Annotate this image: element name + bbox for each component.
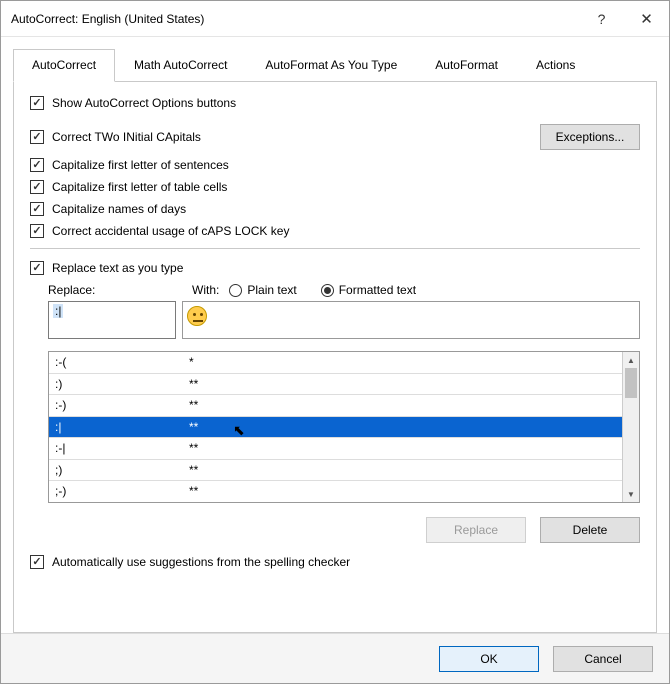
dialog-body: AutoCorrect Math AutoCorrect AutoFormat … — [1, 37, 669, 633]
check-icon — [30, 224, 44, 238]
help-button[interactable]: ? — [579, 1, 624, 37]
radio-icon — [229, 284, 242, 297]
checkbox-label: Replace text as you type — [52, 261, 183, 275]
mouse-cursor-icon: ⬉ — [233, 422, 245, 439]
section-replace: Replace text as you type Replace: With: … — [30, 248, 640, 569]
delete-button[interactable]: Delete — [540, 517, 640, 543]
neutral-face-emoji-icon — [187, 306, 207, 326]
checkbox-caps-lock[interactable]: Correct accidental usage of cAPS LOCK ke… — [30, 224, 289, 238]
replace-button[interactable]: Replace — [426, 517, 526, 543]
list-item-replace: :-| — [49, 441, 183, 455]
list-item-with: ** — [183, 441, 622, 455]
checkbox-label: Capitalize names of days — [52, 202, 186, 216]
tab-math-autocorrect[interactable]: Math AutoCorrect — [115, 49, 246, 81]
check-icon — [30, 158, 44, 172]
button-label: Replace — [454, 523, 498, 537]
scroll-thumb[interactable] — [625, 368, 637, 398]
radio-plain-text[interactable]: Plain text — [229, 283, 296, 297]
list-item-replace: ;-) — [49, 484, 183, 498]
checkbox-capitalize-days[interactable]: Capitalize names of days — [30, 202, 186, 216]
tab-autoformat[interactable]: AutoFormat — [416, 49, 517, 81]
button-label: OK — [480, 652, 497, 666]
scroll-up-icon[interactable]: ▲ — [623, 352, 639, 368]
button-label: Exceptions... — [556, 130, 625, 144]
checkbox-replace-as-you-type[interactable]: Replace text as you type — [30, 261, 183, 275]
with-input[interactable] — [182, 301, 640, 339]
checkbox-two-initial-capitals[interactable]: Correct TWo INitial CApitals — [30, 130, 201, 144]
check-icon — [30, 130, 44, 144]
list-item-with: ** — [183, 463, 622, 477]
list-item-replace: :-( — [49, 355, 183, 369]
list-item-with: ** — [183, 398, 622, 412]
replacements-list[interactable]: :-(*:)**:-)**:|**⬉:-|**;)**;-)** ▲ ▼ — [48, 351, 640, 503]
list-item-with: **⬉ — [183, 420, 622, 434]
replace-input[interactable]: :| — [48, 301, 176, 339]
replace-input-value: :| — [53, 304, 63, 318]
tab-panel: Show AutoCorrect Options buttons Correct… — [13, 82, 657, 633]
list-item-replace: :) — [49, 377, 183, 391]
checkbox-show-options[interactable]: Show AutoCorrect Options buttons — [30, 96, 236, 110]
list-item-with: ** — [183, 484, 622, 498]
dialog-title: AutoCorrect: English (United States) — [11, 12, 579, 26]
radio-label: Formatted text — [339, 283, 416, 297]
checkbox-label: Correct accidental usage of cAPS LOCK ke… — [52, 224, 289, 238]
ok-button[interactable]: OK — [439, 646, 539, 672]
button-label: Cancel — [584, 652, 621, 666]
checkbox-label: Automatically use suggestions from the s… — [52, 555, 350, 569]
tab-autocorrect[interactable]: AutoCorrect — [13, 49, 115, 82]
list-item[interactable]: :|**⬉ — [49, 417, 622, 439]
checkbox-label: Correct TWo INitial CApitals — [52, 130, 201, 144]
scroll-down-icon[interactable]: ▼ — [623, 486, 639, 502]
list-item-with: ** — [183, 377, 622, 391]
replace-label: Replace: — [48, 283, 182, 297]
checkbox-auto-suggestions[interactable]: Automatically use suggestions from the s… — [30, 555, 350, 569]
button-label: Delete — [573, 523, 608, 537]
radio-icon — [321, 284, 334, 297]
with-label: With: — [192, 283, 219, 297]
dialog-footer: OK Cancel — [1, 633, 669, 683]
list-item-replace: ;) — [49, 463, 183, 477]
checkbox-label: Capitalize first letter of table cells — [52, 180, 227, 194]
scrollbar[interactable]: ▲ ▼ — [622, 352, 639, 502]
radio-formatted-text[interactable]: Formatted text — [321, 283, 416, 297]
tab-autoformat-as-you-type[interactable]: AutoFormat As You Type — [246, 49, 416, 81]
list-item[interactable]: ;-)** — [49, 481, 622, 502]
autocorrect-dialog: AutoCorrect: English (United States) ? ✕… — [0, 0, 670, 684]
close-button[interactable]: ✕ — [624, 1, 669, 37]
list-item-replace: :| — [49, 420, 183, 434]
checkbox-label: Show AutoCorrect Options buttons — [52, 96, 236, 110]
cancel-button[interactable]: Cancel — [553, 646, 653, 672]
list-item-replace: :-) — [49, 398, 183, 412]
list-item[interactable]: :-|** — [49, 438, 622, 460]
list-item-with: * — [183, 355, 622, 369]
checkbox-label: Capitalize first letter of sentences — [52, 158, 229, 172]
list-item[interactable]: :-(* — [49, 352, 622, 374]
check-icon — [30, 555, 44, 569]
tab-actions[interactable]: Actions — [517, 49, 594, 81]
titlebar: AutoCorrect: English (United States) ? ✕ — [1, 1, 669, 37]
check-icon — [30, 180, 44, 194]
list-item[interactable]: ;)** — [49, 460, 622, 482]
check-icon — [30, 202, 44, 216]
check-icon — [30, 96, 44, 110]
check-icon — [30, 261, 44, 275]
radio-label: Plain text — [247, 283, 296, 297]
exceptions-button[interactable]: Exceptions... — [540, 124, 640, 150]
checkbox-capitalize-cells[interactable]: Capitalize first letter of table cells — [30, 180, 227, 194]
list-item[interactable]: :)** — [49, 374, 622, 396]
tab-strip: AutoCorrect Math AutoCorrect AutoFormat … — [13, 49, 657, 82]
list-item[interactable]: :-)** — [49, 395, 622, 417]
checkbox-capitalize-sentences[interactable]: Capitalize first letter of sentences — [30, 158, 229, 172]
